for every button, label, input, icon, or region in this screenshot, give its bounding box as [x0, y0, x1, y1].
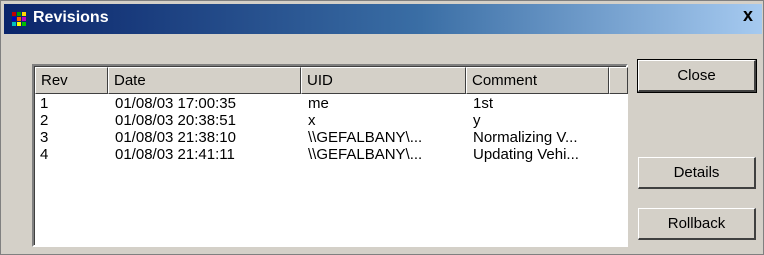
column-header-uid[interactable]: UID [301, 67, 466, 94]
cell-uid: \\GEFALBANY\... [308, 129, 423, 146]
revisions-list[interactable]: Rev Date UID Comment 1 01/08/03 17:00:35… [32, 64, 628, 247]
revisions-window: Revisions x Rev Date UID Comment 1 01/08… [0, 0, 764, 255]
cell-rev: 1 [40, 95, 49, 112]
cell-rev: 3 [40, 129, 49, 146]
column-header-comment[interactable]: Comment [466, 67, 609, 94]
column-header-filler [609, 67, 628, 94]
cell-comment: y [473, 112, 481, 129]
column-header-date[interactable]: Date [108, 67, 301, 94]
list-header: Rev Date UID Comment [35, 67, 628, 94]
table-row[interactable]: 4 01/08/03 21:41:11 \\GEFALBANY\... Upda… [35, 146, 626, 163]
cell-rev: 2 [40, 112, 49, 129]
title-bar[interactable]: Revisions [4, 4, 762, 34]
table-row[interactable]: 1 01/08/03 17:00:35 me 1st [35, 95, 626, 112]
column-header-rev[interactable]: Rev [35, 67, 108, 94]
details-button[interactable]: Details [638, 157, 756, 189]
cell-comment: 1st [473, 95, 494, 112]
cell-uid: \\GEFALBANY\... [308, 146, 423, 163]
cell-comment: Updating Vehi... [473, 146, 579, 163]
cell-date: 01/08/03 17:00:35 [115, 95, 236, 112]
close-button[interactable]: Close [637, 59, 757, 93]
rollback-button[interactable]: Rollback [638, 208, 756, 240]
cell-date: 01/08/03 21:41:11 [115, 146, 235, 163]
cell-date: 01/08/03 20:38:51 [115, 112, 236, 129]
cell-rev: 4 [40, 146, 49, 163]
cell-uid: me [308, 95, 329, 112]
close-icon[interactable]: x [737, 3, 759, 27]
window-title: Revisions [33, 9, 109, 26]
revisions-app-icon [12, 12, 27, 26]
table-row[interactable]: 3 01/08/03 21:38:10 \\GEFALBANY\... Norm… [35, 129, 626, 146]
cell-comment: Normalizing V... [473, 129, 578, 146]
table-row[interactable]: 2 01/08/03 20:38:51 x y [35, 112, 626, 129]
cell-date: 01/08/03 21:38:10 [115, 129, 236, 146]
cell-uid: x [308, 112, 316, 129]
